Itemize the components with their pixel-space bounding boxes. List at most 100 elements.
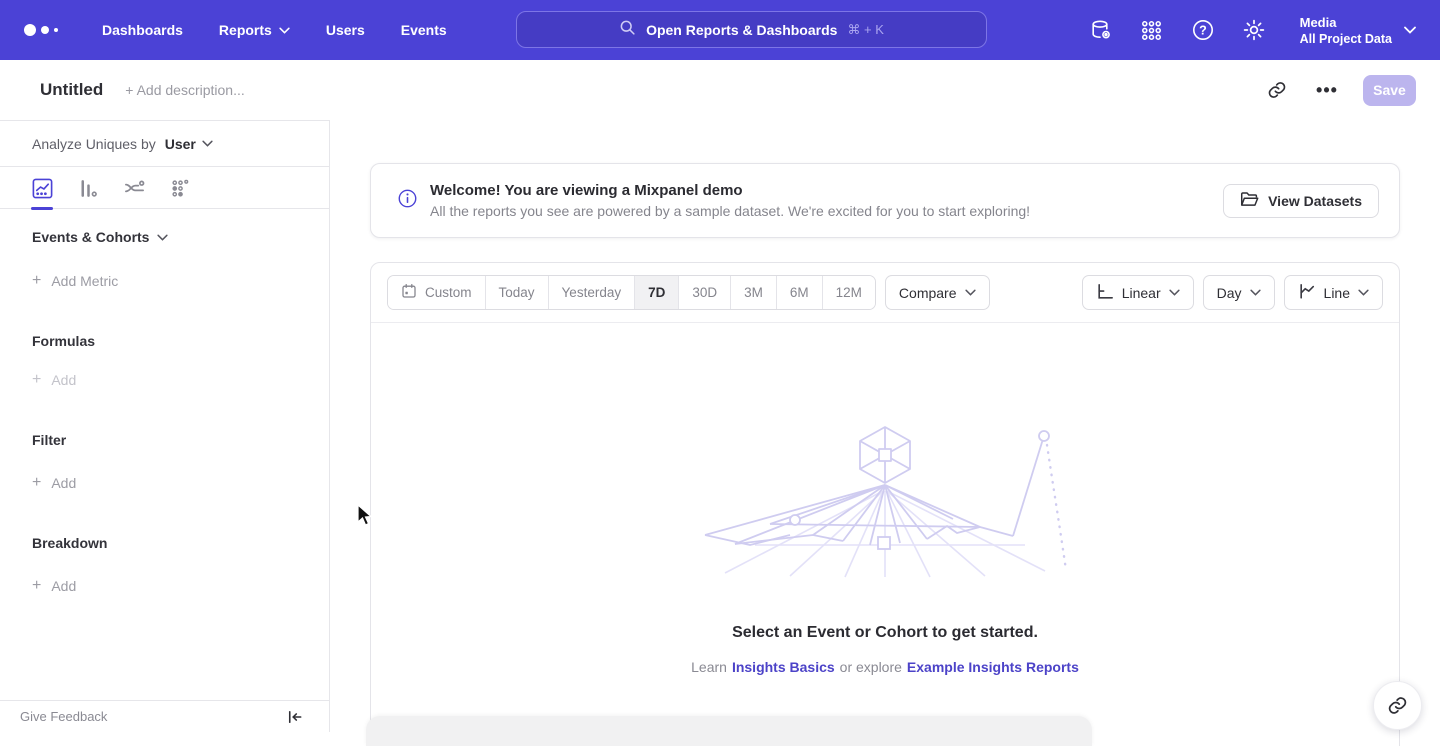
- add-breakdown-button[interactable]: + Add: [32, 578, 297, 594]
- give-feedback-link[interactable]: Give Feedback: [20, 709, 107, 724]
- mixpanel-logo-icon[interactable]: [24, 24, 58, 36]
- tab-bar-chart[interactable]: [76, 176, 100, 200]
- report-main: Welcome! You are viewing a Mixpanel demo…: [330, 120, 1440, 732]
- search-placeholder: Open Reports & Dashboards: [646, 22, 837, 38]
- learn-prefix: Learn: [691, 659, 727, 675]
- welcome-banner: Welcome! You are viewing a Mixpanel demo…: [370, 163, 1400, 238]
- header-actions: ••• Save: [1263, 75, 1416, 106]
- global-search-input[interactable]: Open Reports & Dashboards ⌘ + K: [516, 11, 987, 48]
- formulas-header: Formulas: [32, 333, 297, 349]
- add-breakdown-label: Add: [51, 578, 76, 594]
- linear-axis-icon: [1096, 283, 1114, 303]
- info-icon: [397, 188, 418, 214]
- plus-icon: +: [32, 579, 41, 593]
- calendar-icon: [401, 283, 417, 302]
- date-range-today[interactable]: Today: [486, 276, 549, 309]
- date-range-label: 30D: [692, 285, 717, 300]
- date-range-12m[interactable]: 12M: [823, 276, 875, 309]
- folder-icon: [1240, 191, 1259, 211]
- date-range-label: 3M: [744, 285, 763, 300]
- chart-toolbar: Custom Today Yesterday 7D 30D 3M 6M 12M …: [371, 263, 1399, 323]
- breakdown-header: Breakdown: [32, 535, 297, 551]
- date-range-3m[interactable]: 3M: [731, 276, 777, 309]
- project-scope: All Project Data: [1300, 31, 1392, 47]
- compare-label: Compare: [899, 285, 957, 301]
- chart-type-tabs: [0, 167, 329, 209]
- nav-right-group: ? Media All Project Data: [1088, 14, 1416, 47]
- add-metric-label: Add Metric: [51, 273, 118, 289]
- tab-flow-sankey[interactable]: [122, 176, 146, 200]
- settings-gear-icon[interactable]: [1241, 17, 1267, 43]
- chevron-down-icon: [202, 140, 213, 147]
- data-management-icon[interactable]: [1088, 17, 1114, 43]
- chevron-down-icon: [965, 289, 976, 296]
- save-button[interactable]: Save: [1363, 75, 1416, 106]
- add-metric-button[interactable]: + Add Metric: [32, 273, 297, 289]
- sidebar-footer: Give Feedback: [0, 700, 329, 732]
- analyze-prefix-label: Analyze Uniques by: [32, 136, 156, 152]
- share-link-fab[interactable]: [1373, 681, 1422, 730]
- add-formula-label: Add: [51, 372, 76, 388]
- middle-text: or explore: [840, 659, 902, 675]
- help-icon[interactable]: ?: [1190, 17, 1216, 43]
- date-range-segmented-control: Custom Today Yesterday 7D 30D 3M 6M 12M: [387, 275, 876, 310]
- analyze-value: User: [165, 136, 196, 152]
- nav-item-dashboards[interactable]: Dashboards: [102, 22, 183, 38]
- more-options-icon[interactable]: •••: [1313, 76, 1341, 104]
- nav-item-events[interactable]: Events: [401, 22, 447, 38]
- chevron-down-icon: [1404, 26, 1416, 34]
- filter-label: Filter: [32, 432, 66, 448]
- date-range-yesterday[interactable]: Yesterday: [549, 276, 636, 309]
- scale-selector-button[interactable]: Linear: [1082, 275, 1194, 310]
- chart-type-button[interactable]: Line: [1284, 275, 1383, 310]
- date-range-30d[interactable]: 30D: [679, 276, 731, 309]
- add-filter-label: Add: [51, 475, 76, 491]
- tab-metric-grid[interactable]: [168, 176, 192, 200]
- report-title[interactable]: Untitled: [40, 80, 103, 100]
- empty-state-illustration: [695, 423, 1075, 578]
- add-formula-button[interactable]: + Add: [32, 372, 297, 388]
- project-selector[interactable]: Media All Project Data: [1300, 14, 1416, 47]
- insights-basics-link[interactable]: Insights Basics: [732, 659, 835, 675]
- chevron-down-icon: [1358, 289, 1369, 296]
- chart-type-label: Line: [1324, 285, 1350, 301]
- analyze-by-selector[interactable]: User: [165, 136, 213, 152]
- events-cohorts-header[interactable]: Events & Cohorts: [32, 229, 297, 245]
- apps-grid-icon[interactable]: [1139, 17, 1165, 43]
- add-filter-button[interactable]: + Add: [32, 475, 297, 491]
- formulas-label: Formulas: [32, 333, 95, 349]
- date-range-label: 12M: [836, 285, 862, 300]
- empty-state-title: Select an Event or Cohort to get started…: [732, 624, 1038, 642]
- ellipsis-glyph: •••: [1316, 85, 1338, 95]
- toolbar-right-group: Linear Day Line: [1082, 275, 1383, 310]
- collapse-sidebar-icon[interactable]: [287, 710, 303, 724]
- tab-insights-line[interactable]: [30, 176, 54, 200]
- example-reports-link[interactable]: Example Insights Reports: [907, 659, 1079, 675]
- nav-item-label: Events: [401, 22, 447, 38]
- chevron-down-icon: [1169, 289, 1180, 296]
- date-range-7d[interactable]: 7D: [635, 276, 679, 309]
- empty-state: Select an Event or Cohort to get started…: [371, 323, 1399, 675]
- date-range-custom[interactable]: Custom: [388, 276, 486, 309]
- nav-item-users[interactable]: Users: [326, 22, 365, 38]
- line-chart-icon: [1298, 283, 1316, 303]
- compare-button[interactable]: Compare: [885, 275, 990, 310]
- view-datasets-button[interactable]: View Datasets: [1223, 184, 1379, 218]
- svg-text:?: ?: [1199, 24, 1207, 38]
- nav-item-reports[interactable]: Reports: [219, 22, 290, 38]
- date-range-label: 7D: [648, 285, 665, 300]
- nav-item-label: Reports: [219, 22, 272, 38]
- report-description-placeholder[interactable]: + Add description...: [125, 82, 244, 98]
- mouse-cursor: [357, 504, 375, 528]
- bottom-sheet-edge: [366, 716, 1092, 746]
- date-range-6m[interactable]: 6M: [777, 276, 823, 309]
- breakdown-label: Breakdown: [32, 535, 107, 551]
- granularity-button[interactable]: Day: [1203, 275, 1275, 310]
- chevron-down-icon: [157, 234, 168, 241]
- insights-chart-card: Custom Today Yesterday 7D 30D 3M 6M 12M …: [370, 262, 1400, 746]
- nav-item-label: Users: [326, 22, 365, 38]
- search-shortcut: ⌘ + K: [847, 22, 884, 38]
- report-header: Untitled + Add description... ••• Save: [0, 60, 1440, 120]
- copy-link-icon[interactable]: [1263, 76, 1291, 104]
- granularity-label: Day: [1217, 285, 1242, 301]
